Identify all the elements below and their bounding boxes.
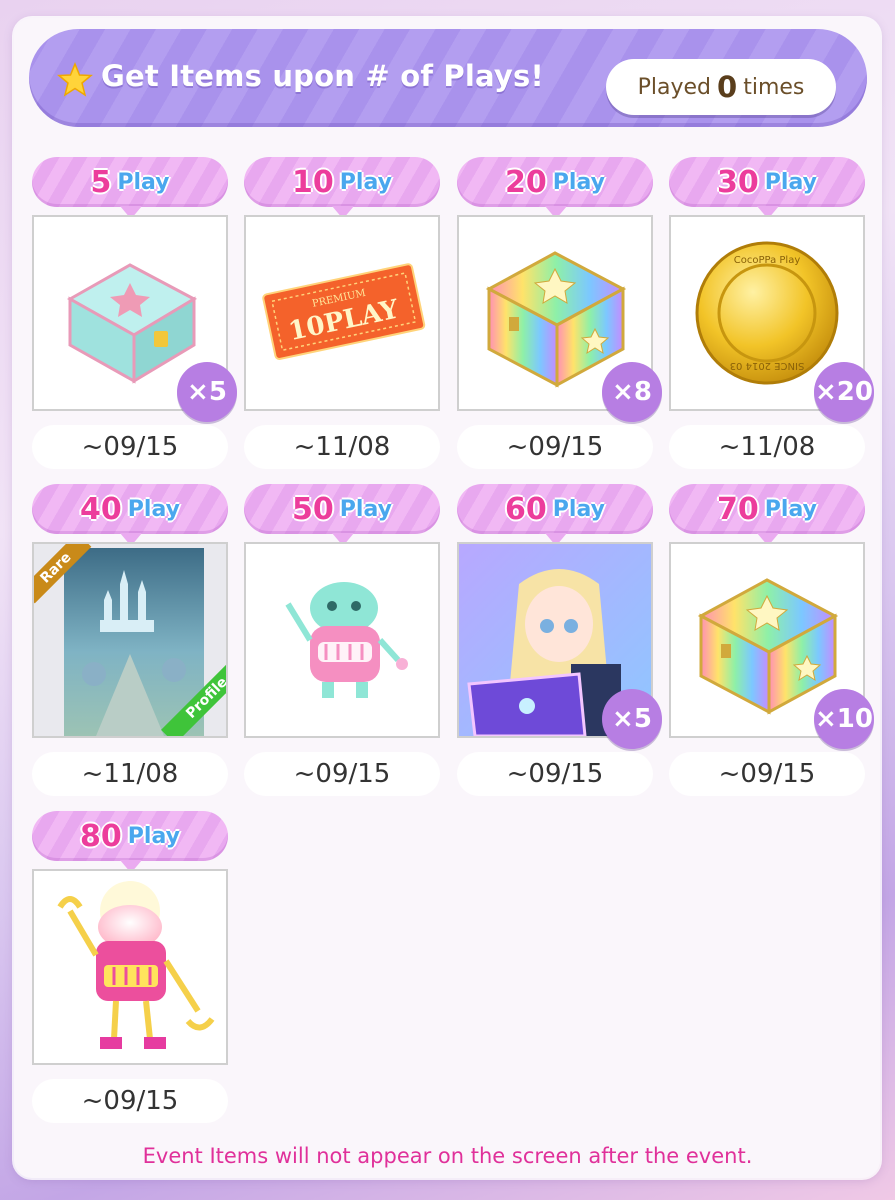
play-count: 50 — [292, 491, 334, 527]
play-label: Play — [764, 169, 817, 195]
robot-pink-icon — [57, 881, 215, 1049]
play-count: 70 — [717, 491, 759, 527]
play-count: 10 — [292, 164, 334, 200]
play-tag: 80 Play — [32, 811, 228, 873]
quantity-badge: ×10 — [814, 689, 874, 749]
play-label: Play — [552, 169, 605, 195]
play-label: Play — [764, 496, 817, 522]
deadline-date: ~09/15 — [32, 425, 228, 469]
coin-text-bottom: SINCE 2014 03 — [730, 360, 805, 371]
play-count: 5 — [90, 164, 112, 200]
play-label: Play — [127, 823, 180, 849]
quantity-badge: ×20 — [814, 362, 874, 422]
item-image-box — [32, 869, 228, 1065]
play-tag: 10 Play — [244, 157, 440, 219]
play-label: Play — [127, 496, 180, 522]
play-count: 20 — [505, 164, 547, 200]
10-play-ticket-icon: PREMIUM 10PLAY — [262, 263, 426, 360]
play-tag: 70 Play — [669, 484, 865, 546]
deadline-date: ~09/15 — [457, 425, 653, 469]
robot-mint-icon — [285, 582, 408, 698]
play-count: 40 — [80, 491, 122, 527]
event-notice: Event Items will not appear on the scree… — [142, 1144, 753, 1168]
played-count: 0 — [717, 70, 738, 104]
play-tag: 5 Play — [32, 157, 228, 219]
play-count-badge: Played 0 times — [606, 59, 836, 115]
deadline-date: ~11/08 — [669, 425, 865, 469]
play-tag: 50 Play — [244, 484, 440, 546]
play-count: 80 — [80, 818, 122, 854]
play-label: Play — [117, 169, 170, 195]
played-prefix: Played — [637, 74, 712, 100]
star-icon — [57, 62, 93, 97]
quantity-badge: ×8 — [602, 362, 662, 422]
deadline-date: ~11/08 — [244, 425, 440, 469]
played-suffix: times — [743, 74, 805, 100]
deadline-date: ~11/08 — [32, 752, 228, 796]
play-count: 30 — [717, 164, 759, 200]
play-label: Play — [339, 496, 392, 522]
play-tag: 40 Play — [32, 484, 228, 546]
play-label: Play — [339, 169, 392, 195]
quantity-badge: ×5 — [602, 689, 662, 749]
play-tag: 20 Play — [457, 157, 653, 219]
header-title: Get Items upon # of Plays! — [101, 59, 544, 93]
play-tag: 60 Play — [457, 484, 653, 546]
deadline-date: ~09/15 — [669, 752, 865, 796]
item-image-box — [244, 542, 440, 738]
coin-text-top: CocoPPa Play — [734, 255, 801, 266]
quantity-badge: ×5 — [177, 362, 237, 422]
deadline-date: ~09/15 — [32, 1079, 228, 1123]
play-label: Play — [552, 496, 605, 522]
item-image-box: PREMIUM 10PLAY — [244, 215, 440, 411]
play-tag: 30 Play — [669, 157, 865, 219]
header-banner: Get Items upon # of Plays! Played 0 time… — [29, 29, 867, 127]
deadline-date: ~09/15 — [244, 752, 440, 796]
deadline-date: ~09/15 — [457, 752, 653, 796]
play-count: 60 — [505, 491, 547, 527]
item-image-box: Rare Profile — [32, 542, 228, 738]
